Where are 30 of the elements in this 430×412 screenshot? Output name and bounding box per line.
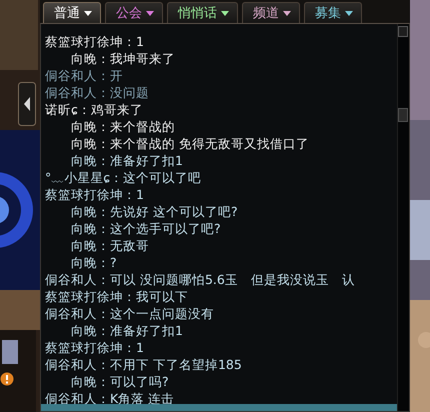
chat-message: 侗谷和人：开 [45,68,123,83]
chat-message: 向晚：来个督战的 [70,119,175,134]
chat-message: 侗谷和人：可以 没问题哪怕5.6玉 但是我没说玉 认 [45,272,355,287]
chat-message: 向晚：? [70,255,117,270]
chat-message: 向晚：准备好了扣1 [70,323,183,338]
chat-message: 向晚：可以了吗? [70,374,169,389]
chat-message: 向晚：无敌哥 [70,238,149,253]
chat-message: 蔡篮球打徐坤：1 [45,340,144,355]
channel-tab[interactable]: 募集 [304,2,362,23]
chat-message: 向晚：准备好了扣1 [70,153,183,168]
chat-message: 侗谷和人：这个一点问题没有 [45,306,214,321]
chat-message: 蔡篮球打徐坤：我可以下 [45,289,188,304]
scrollbar[interactable] [397,24,409,411]
chat-message: 侗谷和人：没问题 [45,85,149,100]
chat-message: 向晚：来个督战的 免得无敌哥又找借口了 [70,136,309,151]
chat-message: 蔡篮球打徐坤：1 [45,34,144,49]
scroll-up-button[interactable] [398,26,408,37]
chat-message: 向晚：这个选手可以了吧? [70,221,221,236]
chat-message: 向晚：我坤哥来了 [70,51,175,66]
channel-tab[interactable]: 普通 [43,2,101,23]
chat-message: °﹏小星星ɕ：这个可以了吧 [45,170,202,185]
chat-message: 蔡篮球打徐坤：1 [45,187,144,202]
chat-message: 向晚：先说好 这个可以了吧? [70,204,238,219]
alert-icon[interactable] [0,372,14,386]
channel-tab[interactable]: 悄悄话 [167,2,238,23]
channel-tab[interactable]: 频道 [242,2,300,23]
chat-message: 侗谷和人：不用下 下了名望掉185 [45,357,242,372]
channel-tab[interactable]: 公会 [105,2,163,23]
scroll-thumb[interactable] [398,108,408,122]
chat-message: 诺昕ɕ：鸡哥来了 [45,102,143,117]
